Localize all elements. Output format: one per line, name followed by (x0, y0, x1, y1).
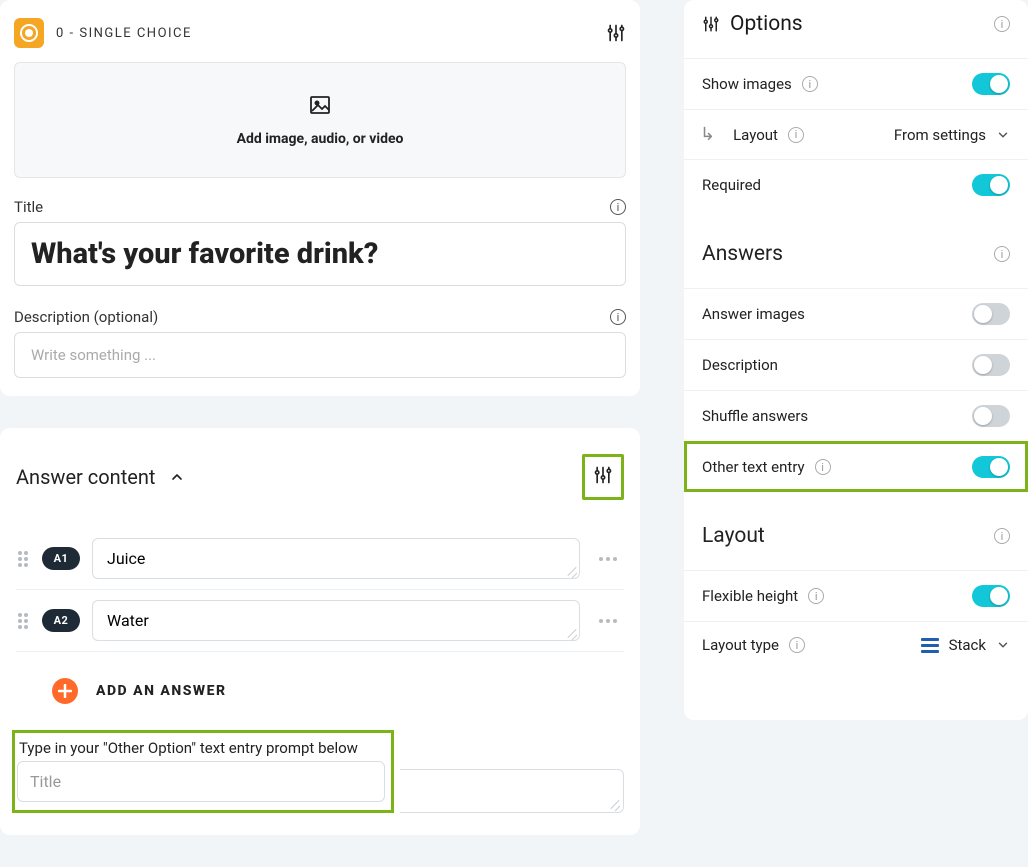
option-label: Required (702, 176, 761, 194)
chevron-down-icon (996, 128, 1010, 142)
info-icon[interactable]: i (808, 588, 824, 604)
info-icon[interactable]: i (789, 637, 805, 653)
layout-heading: Layout (702, 524, 765, 548)
other-option-title-input[interactable] (17, 761, 385, 802)
info-icon[interactable]: i (802, 76, 818, 92)
info-icon[interactable]: i (994, 246, 1010, 262)
info-icon[interactable]: i (815, 459, 831, 475)
layout-sub-select[interactable]: From settings (894, 126, 1010, 144)
option-flexible-height: Flexible height i (684, 570, 1028, 621)
image-icon (308, 93, 332, 117)
drag-handle-icon[interactable] (16, 549, 30, 569)
answer-code-pill: A1 (42, 547, 80, 570)
select-value: From settings (894, 126, 986, 144)
option-label: Description (702, 356, 778, 374)
toggle-show-images[interactable] (972, 73, 1010, 95)
options-heading: Options (730, 12, 803, 36)
question-description-input[interactable] (14, 332, 626, 378)
option-required: Required (684, 159, 1028, 210)
option-description: Description (684, 339, 1028, 390)
info-icon[interactable]: i (994, 528, 1010, 544)
chevron-down-icon (996, 638, 1010, 652)
info-icon[interactable]: i (610, 309, 626, 325)
answer-text-input[interactable] (92, 600, 580, 641)
option-label: Shuffle answers (702, 407, 808, 425)
option-label: Flexible height (702, 587, 798, 605)
option-other-text-entry: Other text entry i (684, 441, 1028, 492)
toggle-description[interactable] (972, 354, 1010, 376)
question-title-input[interactable] (14, 222, 626, 286)
option-layout-sub: ↳ Layout i From settings (684, 109, 1028, 159)
layout-type-select[interactable]: Stack (921, 636, 1010, 654)
answer-text-input[interactable] (92, 538, 580, 579)
info-icon[interactable]: i (610, 199, 626, 215)
toggle-answer-images[interactable] (972, 303, 1010, 325)
toggle-flexible-height[interactable] (972, 585, 1010, 607)
option-label: Show images (702, 75, 792, 93)
info-icon[interactable]: i (994, 16, 1010, 32)
question-settings-icon[interactable] (606, 23, 626, 43)
stack-icon (921, 638, 939, 653)
option-layout-type: Layout type i Stack (684, 621, 1028, 668)
answer-settings-icon[interactable] (587, 459, 619, 491)
answer-content-card: Answer content (0, 428, 640, 835)
drag-handle-icon[interactable] (16, 611, 30, 631)
options-panel: Options i Show images i ↳ Layout i From (684, 0, 1028, 720)
answer-settings-highlight (582, 454, 624, 500)
other-option-extra-area[interactable] (400, 769, 624, 813)
answer-row: A1 (16, 528, 624, 589)
add-media-label: Add image, audio, or video (237, 131, 404, 147)
answer-row: A2 (16, 590, 624, 651)
chevron-up-icon[interactable] (169, 469, 185, 485)
answer-code-pill: A2 (42, 609, 80, 632)
answer-content-heading: Answer content (16, 465, 155, 489)
toggle-required[interactable] (972, 174, 1010, 196)
select-value: Stack (949, 636, 986, 654)
question-header: 0 - SINGLE CHOICE (14, 14, 626, 62)
add-answer-label: ADD AN ANSWER (96, 683, 227, 699)
answers-heading: Answers (702, 242, 783, 266)
info-icon[interactable]: i (788, 127, 804, 143)
add-answer-button[interactable]: ADD AN ANSWER (16, 652, 624, 730)
description-label: Description (optional) (14, 308, 158, 326)
other-option-highlight: Type in your "Other Option" text entry p… (12, 730, 394, 813)
option-answer-images: Answer images (684, 288, 1028, 339)
question-type-label: 0 - SINGLE CHOICE (56, 26, 192, 41)
single-choice-icon (14, 18, 44, 48)
question-card: 0 - SINGLE CHOICE (0, 0, 640, 396)
subdirectory-arrow-icon: ↳ (700, 124, 715, 145)
other-option-label: Type in your "Other Option" text entry p… (19, 739, 385, 757)
option-label: Layout type (702, 636, 779, 654)
option-label: Other text entry (702, 458, 805, 476)
option-show-images: Show images i (684, 58, 1028, 109)
more-icon[interactable] (592, 556, 624, 562)
settings-icon (702, 15, 720, 33)
add-media-box[interactable]: Add image, audio, or video (14, 62, 626, 178)
option-shuffle-answers: Shuffle answers (684, 390, 1028, 441)
option-label: Answer images (702, 305, 805, 323)
more-icon[interactable] (592, 618, 624, 624)
plus-icon (52, 678, 78, 704)
toggle-shuffle[interactable] (972, 405, 1010, 427)
option-label: Layout (733, 126, 778, 144)
title-label: Title (14, 198, 43, 216)
toggle-other-text-entry[interactable] (972, 456, 1010, 478)
